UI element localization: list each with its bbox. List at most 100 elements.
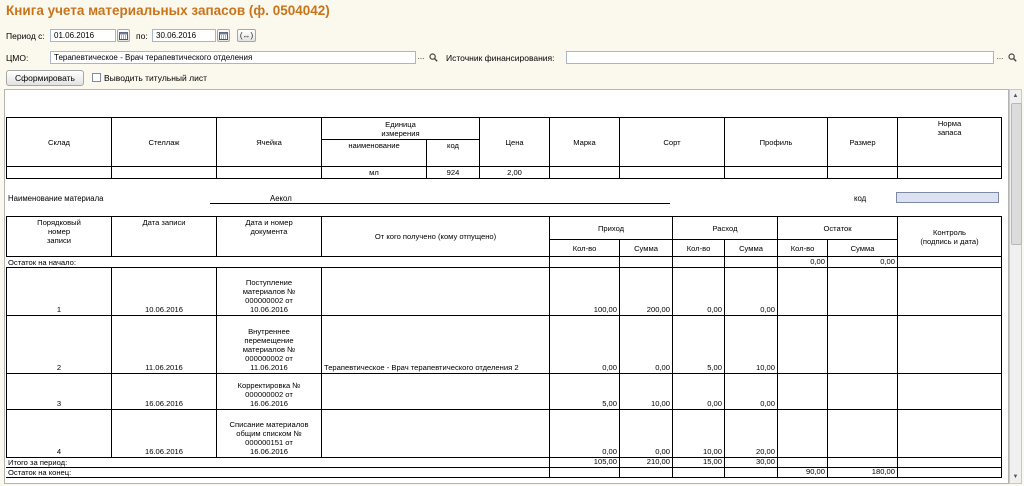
opening-control [897, 256, 1002, 267]
header-sort: Сорт [619, 117, 724, 166]
closing-in-qty [549, 467, 619, 478]
scroll-thumb[interactable] [1011, 103, 1022, 245]
magnifier-icon[interactable] [427, 51, 439, 64]
row-cell-in-qty: 100,00 [549, 267, 619, 315]
material-code-label: код [854, 194, 867, 203]
period-to-input[interactable]: 30.06.2016 [152, 29, 216, 42]
row-cell-doc: Внутреннее перемещение материалов № 0000000… [216, 315, 321, 373]
row-cell-doc: Корректировка № 000000002 от 16.06.2016 [216, 373, 321, 409]
row-cell-out-sum: 10,00 [724, 315, 777, 373]
header-norma: Норма запаса [897, 117, 1002, 166]
doc-line: 000000002 от [245, 296, 293, 305]
row-cell-control [897, 267, 1002, 315]
totals-label: Итого за период: [6, 457, 549, 467]
row-cell-num: 3 [6, 373, 111, 409]
doc-line: Корректировка № [237, 381, 301, 390]
opening-in-sum [619, 256, 672, 267]
row-cell-bal-sum [827, 315, 897, 373]
calendar-icon[interactable] [217, 29, 230, 42]
material-code-field [896, 192, 999, 203]
row-cell-out-qty: 10,00 [672, 409, 724, 457]
period-to-label: по: [136, 31, 148, 41]
row-cell-doc: Списание материалов общим списком № 000000… [216, 409, 321, 457]
row-cell-date: 11.06.2016 [111, 315, 216, 373]
opening-label: Остаток на начало: [6, 256, 549, 267]
doc-line: 10.06.2016 [249, 305, 288, 314]
doc-line: Списание материалов [229, 420, 309, 429]
journal-control-line2: (подпись и дата) [920, 236, 979, 246]
row-cell-date: 10.06.2016 [111, 267, 216, 315]
funding-select-button[interactable]: ... [994, 51, 1006, 64]
journal-from-header: От кого получено (кому отпущено) [321, 216, 549, 256]
header-unit-code: код [426, 139, 479, 166]
scroll-down-icon[interactable]: ▼ [1010, 471, 1021, 483]
opening-out-qty [672, 256, 724, 267]
header-stellazh: Стеллаж [111, 117, 216, 166]
doc-line: материалов № [242, 287, 296, 296]
journal-income-header: Приход [549, 216, 672, 239]
header-unit-line2: измерения [381, 128, 420, 138]
totals-out-qty: 15,00 [672, 457, 724, 467]
row-cell-out-sum: 20,00 [724, 409, 777, 457]
row-cell-bal-sum [827, 373, 897, 409]
scroll-up-icon[interactable]: ▲ [1010, 90, 1021, 102]
row-cell-out-qty: 0,00 [672, 373, 724, 409]
row-cell-in-sum: 0,00 [619, 315, 672, 373]
doc-line: 16.06.2016 [249, 399, 288, 408]
cmo-input[interactable]: Терапевтическое - Врач терапевтического … [50, 51, 416, 64]
journal-balance-sum-header: Сумма [827, 239, 897, 256]
row-cell-num: 2 [6, 315, 111, 373]
row-cell-date: 16.06.2016 [111, 373, 216, 409]
value-profil [724, 166, 827, 179]
journal-num-line2: номер [47, 227, 71, 236]
magnifier-icon[interactable] [1006, 51, 1018, 64]
journal-doc-header: Дата и номер документа [216, 216, 321, 256]
journal-income-qty-header: Кол-во [549, 239, 619, 256]
row-cell-in-qty: 0,00 [549, 315, 619, 373]
row-cell-from [321, 373, 549, 409]
period-from-label: Период с: [6, 31, 45, 41]
value-unit-code: 924 [426, 166, 479, 179]
calendar-icon[interactable] [117, 29, 130, 42]
value-unit-name: мл [321, 166, 426, 179]
journal-num-line1: Порядковый [37, 218, 81, 227]
row-cell-bal-qty [777, 409, 827, 457]
journal-doc-line1: Дата и номер [245, 218, 293, 227]
row-cell-bal-qty [777, 267, 827, 315]
row-cell-out-qty: 0,00 [672, 267, 724, 315]
period-from-input[interactable]: 01.06.2016 [50, 29, 116, 42]
totals-balance-qty [777, 457, 827, 467]
value-yacheika [216, 166, 321, 179]
vertical-scrollbar[interactable]: ▲ ▼ [1009, 89, 1022, 484]
row-cell-date: 16.06.2016 [111, 409, 216, 457]
page-title: Книга учета материальных запасов (ф. 050… [6, 3, 330, 18]
totals-in-sum: 210,00 [619, 457, 672, 467]
value-sklad [6, 166, 111, 179]
doc-line: 16.06.2016 [249, 447, 288, 456]
row-cell-control [897, 409, 1002, 457]
row-cell-doc: Поступление материалов № 000000002 от 10.06… [216, 267, 321, 315]
title-sheet-checkbox[interactable] [92, 73, 101, 82]
opening-out-sum [724, 256, 777, 267]
doc-line: 000000002 от [245, 354, 293, 363]
header-profil: Профиль [724, 117, 827, 166]
journal-expense-qty-header: Кол-во [672, 239, 724, 256]
opening-in-qty [549, 256, 619, 267]
value-sort [619, 166, 724, 179]
journal-num-header: Порядковый номер записи [6, 216, 111, 256]
totals-control [897, 457, 1002, 467]
journal-expense-sum-header: Сумма [724, 239, 777, 256]
row-cell-bal-sum [827, 409, 897, 457]
row-cell-from: Терапевтическое - Врач терапевтического … [321, 315, 549, 373]
generate-button[interactable]: Сформировать [6, 70, 84, 86]
material-underline [210, 203, 670, 204]
cmo-select-button[interactable]: ... [415, 51, 427, 64]
closing-out-sum [724, 467, 777, 478]
doc-line: 000000151 от [245, 438, 293, 447]
row-cell-bal-sum [827, 267, 897, 315]
doc-line: Поступление [245, 278, 293, 287]
period-choice-button[interactable]: (↔) [237, 29, 256, 42]
closing-balance-sum: 180,00 [827, 467, 897, 478]
funding-input[interactable] [566, 51, 994, 64]
material-name: Аекол [270, 194, 292, 203]
